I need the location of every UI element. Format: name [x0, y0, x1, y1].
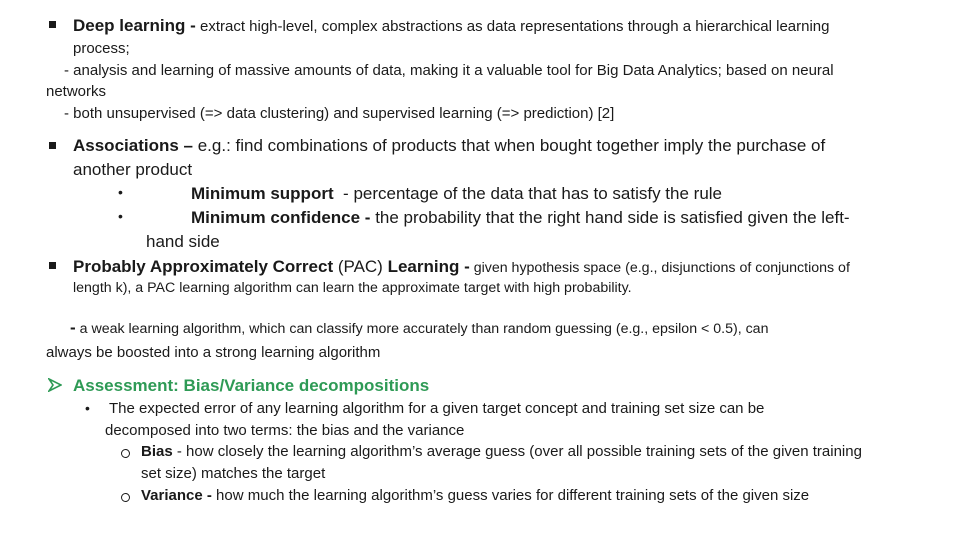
- deep-learning-line-5: - both unsupervised (=> data clustering)…: [64, 105, 615, 122]
- pac-line-2: length k), a PAC learning algorithm can …: [73, 280, 632, 296]
- square-bullet-icon: [49, 262, 56, 269]
- bias-item: Bias - how closely the learning algorith…: [141, 443, 862, 460]
- minimum-support-term: Minimum support: [191, 184, 334, 203]
- variance-term: Variance -: [141, 487, 212, 504]
- associations-line-1: Associations – e.g.: find combinations o…: [73, 136, 826, 155]
- square-bullet-icon: [49, 142, 56, 149]
- deep-learning-line-2: process;: [73, 40, 130, 57]
- assessment-heading: Assessment: Bias/Variance decompositions: [73, 376, 430, 395]
- assessment-item-line-2: decomposed into two terms: the bias and …: [105, 422, 465, 439]
- minimum-support-item: Minimum support - percentage of the data…: [191, 184, 723, 203]
- minimum-confidence-term: Minimum confidence -: [191, 208, 371, 227]
- bias-term: Bias: [141, 443, 173, 460]
- assessment-item-line-1: The expected error of any learning algor…: [109, 400, 765, 417]
- pac-term: Probably Approximately Correct: [73, 257, 334, 276]
- variance-item: Variance - how much the learning algorit…: [141, 487, 810, 504]
- minimum-confidence-continuation: hand side: [146, 232, 220, 251]
- bias-continuation: set size) matches the target: [141, 465, 326, 482]
- associations-line-2: another product: [73, 160, 193, 179]
- minimum-confidence-item: Minimum confidence - the probability tha…: [191, 208, 850, 227]
- dot-bullet-icon: •: [118, 208, 123, 224]
- deep-learning-line-4: networks: [46, 83, 107, 100]
- deep-learning-line-3: - analysis and learning of massive amoun…: [64, 62, 834, 79]
- dot-bullet-icon: •: [118, 184, 123, 200]
- pac-line-4: always be boosted into a strong learning…: [46, 344, 381, 361]
- associations-term: Associations –: [73, 136, 193, 155]
- pac-line-3: - a weak learning algorithm, which can c…: [70, 318, 769, 337]
- circle-bullet-icon: [121, 493, 130, 502]
- square-bullet-icon: [49, 21, 56, 28]
- deep-learning-line-1: Deep learning - extract high-level, comp…: [73, 16, 830, 35]
- deep-learning-term: Deep learning -: [73, 16, 196, 35]
- dot-bullet-icon: •: [85, 400, 90, 416]
- pac-line-1: Probably Approximately Correct (PAC) Lea…: [73, 257, 850, 276]
- circle-bullet-icon: [121, 449, 130, 458]
- arrow-bullet-icon: [48, 378, 62, 392]
